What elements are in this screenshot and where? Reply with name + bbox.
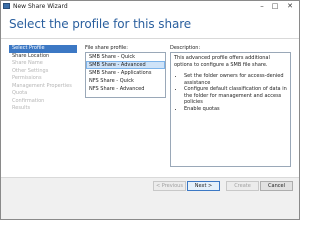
nav-step-confirmation[interactable]: Confirmation (9, 98, 77, 106)
description-bullet: Enable quotas (184, 106, 287, 113)
create-button[interactable]: Create (226, 181, 259, 191)
description-label: Description: (170, 45, 201, 51)
profile-list-label: File share profile: (85, 45, 128, 51)
previous-button[interactable]: < Previous (153, 181, 186, 191)
nav-step-quota[interactable]: Quota (9, 90, 77, 98)
wizard-app-icon (3, 3, 10, 9)
nav-step-permissions[interactable]: Permissions (9, 75, 77, 83)
profile-item[interactable]: NFS Share - Advanced (86, 85, 165, 93)
description-text: This advanced profile offers additional … (174, 55, 270, 68)
wizard-steps-nav: Select Profile Share Location Share Name Ot… (9, 45, 77, 113)
cancel-button[interactable]: Cancel (260, 181, 293, 191)
nav-step-select-profile[interactable]: Select Profile (9, 45, 77, 53)
profile-item[interactable]: SMB Share - Applications (86, 69, 165, 77)
next-button[interactable]: Next > (187, 181, 220, 191)
window-title: New Share Wizard (13, 3, 68, 10)
title-bar: New Share Wizard – □ ✕ (1, 1, 299, 12)
profile-item[interactable]: SMB Share - Quick (86, 53, 165, 61)
maximize-icon[interactable]: □ (269, 1, 281, 12)
profile-item[interactable]: NFS Share - Quick (86, 77, 165, 85)
description-bullets: Set the folder owners for access-denied … (174, 73, 287, 112)
profile-listbox[interactable]: SMB Share - Quick SMB Share - Advanced SMB… (85, 52, 166, 98)
nav-step-management-properties[interactable]: Management Properties (9, 83, 77, 91)
page-title: Select the profile for this share (9, 17, 192, 31)
nav-step-other-settings[interactable]: Other Settings (9, 68, 77, 76)
nav-step-share-name[interactable]: Share Name (9, 60, 77, 68)
description-box: This advanced profile offers additional … (170, 52, 291, 167)
header-divider (1, 38, 299, 39)
description-bullet: Set the folder owners for access-denied … (184, 73, 287, 86)
close-icon[interactable]: ✕ (284, 1, 296, 12)
description-bullet: Configure default classification of data… (184, 86, 287, 106)
profile-item[interactable]: SMB Share - Advanced (86, 61, 165, 69)
nav-step-share-location[interactable]: Share Location (9, 53, 77, 61)
nav-step-results[interactable]: Results (9, 105, 77, 113)
wizard-window: New Share Wizard – □ ✕ Select the profil… (0, 0, 300, 220)
minimize-icon[interactable]: – (256, 1, 268, 12)
